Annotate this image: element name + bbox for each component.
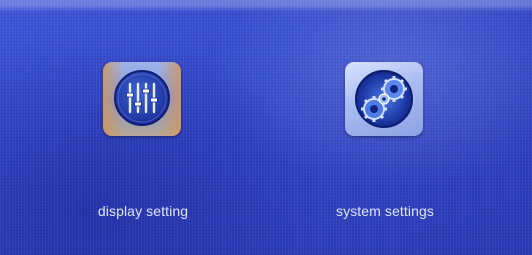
settings-screen: display setting system settings [0, 0, 532, 255]
display-setting-tile[interactable]: display setting [63, 55, 223, 235]
gears-icon[interactable] [345, 62, 423, 136]
display-setting-label: display setting [97, 203, 189, 219]
system-settings-label: system settings [336, 203, 434, 219]
equalizer-sliders-icon[interactable] [103, 62, 181, 136]
system-settings-tile[interactable]: system settings [305, 55, 465, 235]
